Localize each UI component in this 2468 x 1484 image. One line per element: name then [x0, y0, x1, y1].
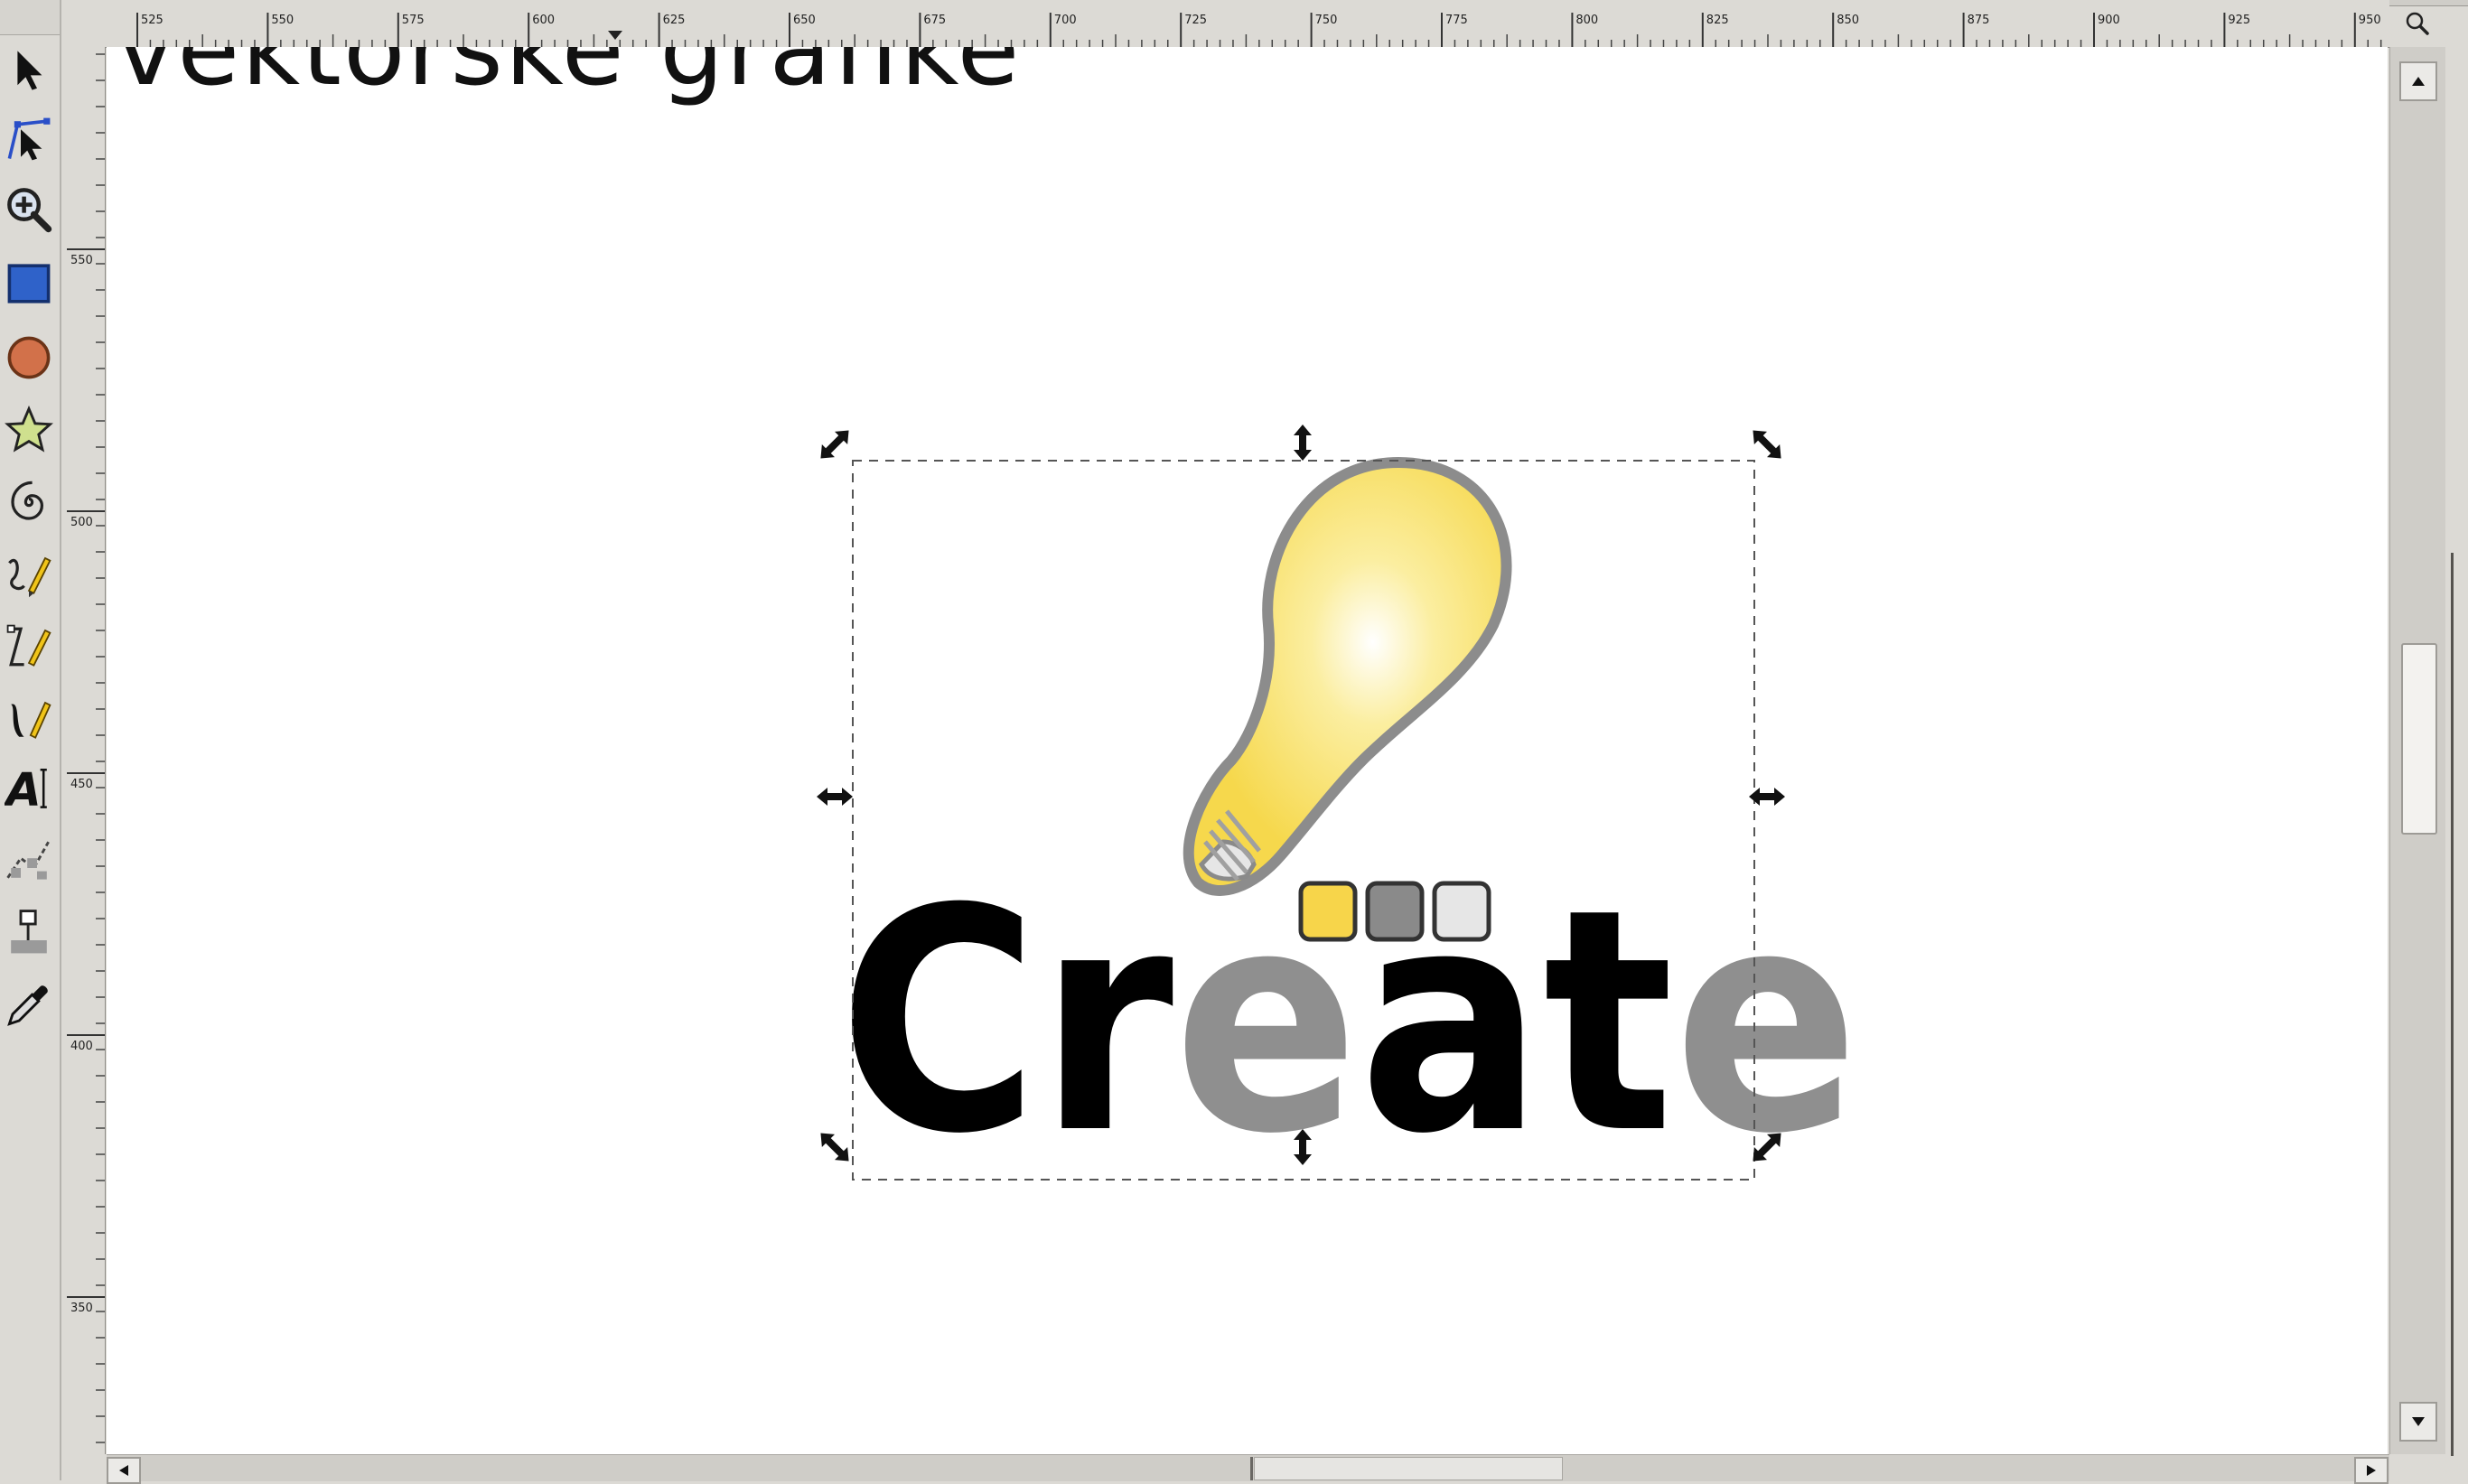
scroll-track-mark	[1250, 1457, 1253, 1480]
blue-rectangle-icon	[7, 264, 51, 303]
text-A-icon: A	[5, 763, 47, 812]
vertical-scrollbar[interactable]	[2389, 47, 2446, 1454]
star-tool-button[interactable]	[4, 397, 54, 462]
toolbox-corner	[0, 0, 60, 35]
spray-tool-button[interactable]	[4, 827, 54, 892]
eyedropper-icon	[7, 985, 48, 1026]
ruler-label: 400	[70, 1040, 93, 1053]
text-tool-button[interactable]: A	[4, 755, 54, 820]
ruler-label: 900	[2098, 14, 2120, 27]
triangle-down-icon	[2412, 1417, 2425, 1426]
magnifier-icon	[2406, 12, 2429, 35]
scale-handle-left[interactable]	[817, 788, 853, 806]
zoom-tool-button[interactable]	[4, 177, 54, 242]
create-logo-text[interactable]: Create	[838, 844, 1859, 1201]
scale-handle-top[interactable]	[1294, 425, 1312, 461]
ruler-label: 525	[141, 14, 164, 27]
scale-handle-top-left[interactable]	[814, 424, 855, 464]
star-icon	[5, 406, 53, 453]
node-tool-button[interactable]	[4, 107, 54, 172]
ruler-cursor-marker-icon	[608, 31, 622, 40]
ruler-label: 725	[1184, 14, 1207, 27]
bezier-tool-button[interactable]	[4, 614, 54, 679]
drawing-canvas[interactable]: vektorske grafike Create	[107, 47, 2388, 1454]
artwork-layer: Create	[814, 424, 1859, 1201]
dropper-tool-button[interactable]	[4, 972, 54, 1037]
connector-tool-button[interactable]	[4, 900, 54, 965]
spiral-tool-button[interactable]	[4, 470, 54, 535]
right-window-edge	[2445, 47, 2468, 1456]
ruler-label: 650	[793, 14, 816, 27]
ruler-label: 575	[402, 14, 425, 27]
horizontal-scroll-thumb[interactable]	[1254, 1457, 1563, 1480]
ruler-label: 550	[271, 14, 294, 27]
magnifier-plus-icon	[7, 188, 52, 233]
ruler-label: 750	[1315, 14, 1338, 27]
bezier-pen-icon	[6, 624, 51, 667]
scroll-up-button[interactable]	[2399, 61, 2437, 101]
ruler-label: 500	[70, 516, 93, 529]
calligraphy-tool-button[interactable]	[4, 686, 54, 751]
ruler-label: 875	[1968, 14, 1990, 27]
connector-icon	[11, 910, 47, 954]
horizontal-scrollbar[interactable]	[107, 1454, 2389, 1484]
spiral-icon	[11, 481, 44, 520]
vertical-scroll-thumb[interactable]	[2401, 643, 2437, 835]
spray-icon	[6, 841, 50, 880]
pencil-tool-button[interactable]	[4, 542, 54, 607]
ruler-label: 450	[70, 778, 93, 791]
ruler-label: 825	[1706, 14, 1729, 27]
ruler-label: 550	[70, 254, 93, 267]
ruler-label: 925	[2228, 14, 2250, 27]
ruler-label: 675	[923, 14, 946, 27]
ruler-label: 775	[1445, 14, 1468, 27]
svg-text:A: A	[5, 763, 42, 812]
scroll-down-button[interactable]	[2399, 1402, 2437, 1442]
lightbulb-graphic[interactable]	[1183, 456, 1512, 896]
toolbox: A	[0, 0, 61, 1480]
rectangle-tool-button[interactable]	[4, 251, 54, 316]
triangle-up-icon	[2412, 77, 2425, 86]
triangle-right-icon	[2367, 1465, 2376, 1476]
ruler-label: 850	[1837, 14, 1859, 27]
orange-circle-icon	[7, 336, 51, 379]
ruler-label: 350	[70, 1302, 93, 1315]
node-editor-icon	[7, 117, 51, 161]
freehand-pencil-icon	[8, 556, 51, 598]
calligraphy-icon	[11, 701, 51, 739]
scale-handle-top-right[interactable]	[1746, 424, 1787, 464]
ruler-label: 950	[2359, 14, 2381, 27]
selector-tool-button[interactable]	[4, 38, 54, 103]
ruler-label: 600	[532, 14, 555, 27]
triangle-left-icon	[119, 1465, 128, 1476]
arrow-pointer-icon	[17, 51, 42, 90]
horizontal-ruler: 525 550 575 600 625 650 675 700 725 750 775 800 825 8…	[61, 0, 2461, 48]
ruler-label: 700	[1054, 14, 1077, 27]
vertical-ruler: 550 500 450 400 350	[61, 47, 106, 1454]
edge-line	[2451, 553, 2454, 1456]
horizontal-ruler-ticks: 525 550 575 600 625 650 675 700 725 750 775 800 825 8…	[136, 13, 2461, 47]
ruler-label: 625	[663, 14, 686, 27]
ellipse-tool-button[interactable]	[4, 325, 54, 390]
ruler-label: 800	[1575, 14, 1598, 27]
vertical-ruler-ticks: 550 500 450 400 350	[67, 53, 105, 1443]
zoom-corner-button[interactable]	[2389, 0, 2445, 47]
